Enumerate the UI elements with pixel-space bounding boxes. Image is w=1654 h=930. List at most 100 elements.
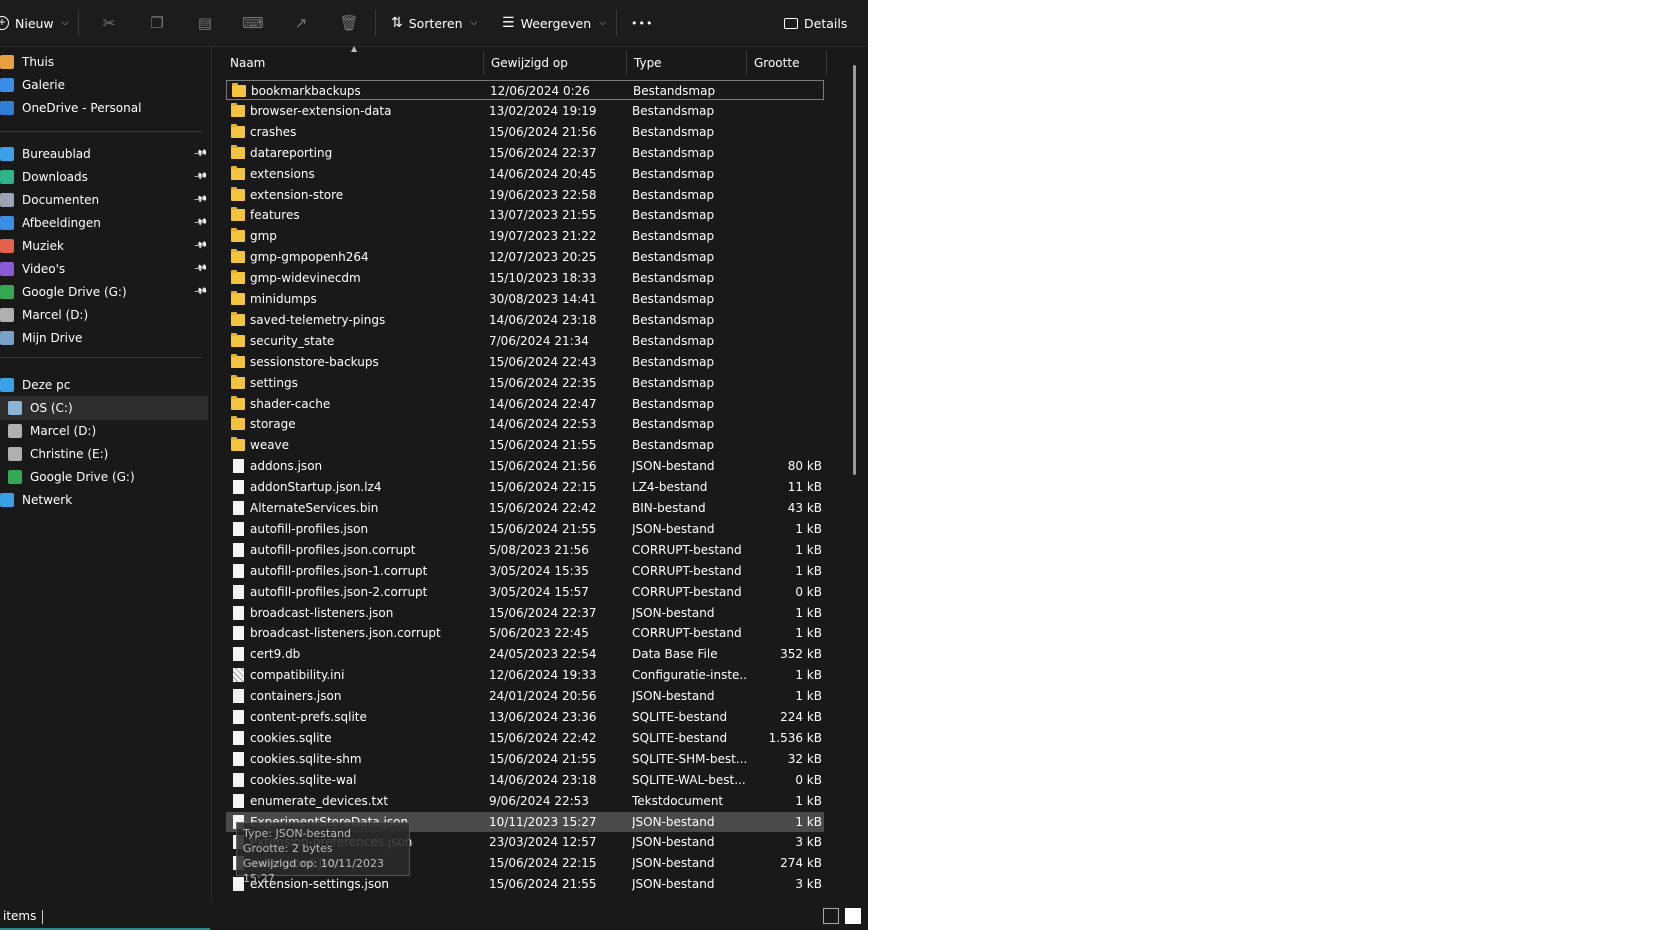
vertical-scrollbar[interactable] [853, 65, 856, 475]
sidebar-item[interactable]: OneDrive - Personal [0, 96, 208, 120]
file-name: weave [250, 438, 290, 453]
column-name[interactable]: Naam [223, 48, 488, 78]
rename-icon[interactable]: ⌨ [242, 13, 264, 33]
pin-icon[interactable]: 📌 [193, 170, 208, 185]
sidebar-item[interactable]: Christine (E:) [0, 442, 208, 466]
file-row[interactable]: saved-telemetry-pings 14/06/2024 23:18 Bes… [226, 310, 824, 330]
cut-icon[interactable]: ✂ [99, 13, 119, 33]
sidebar-item[interactable]: Bureaublad 📌 [0, 142, 208, 166]
paste-icon[interactable]: ▤ [195, 13, 215, 33]
file-row[interactable]: crashes 15/06/2024 21:56 Bestandsmap [226, 122, 824, 142]
file-modified: 5/06/2023 22:45 [489, 626, 589, 641]
file-name: bookmarkbackups [251, 84, 361, 98]
sort-button[interactable]: ⇅ Sorteren ⌵ [391, 0, 477, 46]
file-row[interactable]: cookies.sqlite-wal 14/06/2024 23:18 SQLITE… [226, 770, 824, 790]
column-type[interactable]: Type [627, 48, 747, 78]
view-button[interactable]: ☰ Weergeven ⌵ [502, 0, 606, 46]
file-row[interactable]: gmp 19/07/2023 21:22 Bestandsmap [226, 226, 824, 246]
sidebar-item[interactable]: Video's 📌 [0, 257, 208, 281]
file-row[interactable]: security_state 7/06/2024 21:34 Bestandsmap [226, 331, 824, 351]
file-row[interactable]: enumerate_devices.txt 9/06/2024 22:53 Teks… [226, 791, 824, 811]
sidebar-item[interactable]: Galerie [0, 73, 208, 97]
sidebar-item-label: Afbeeldingen [22, 216, 101, 230]
pin-icon[interactable]: 📌 [193, 262, 208, 277]
file-type: JSON-bestand [632, 814, 715, 829]
file-type: CORRUPT-bestand [632, 584, 742, 599]
sidebar-item[interactable]: Netwerk [0, 488, 208, 512]
share-icon[interactable]: ↗ [291, 13, 311, 33]
file-row[interactable]: minidumps 30/08/2023 14:41 Bestandsmap [226, 289, 824, 309]
details-view-icon[interactable] [823, 908, 839, 924]
sidebar-item[interactable]: OS (C:) [0, 396, 208, 420]
sidebar-item[interactable]: Muziek 📌 [0, 234, 208, 258]
file-row[interactable]: broadcast-listeners.json 15/06/2024 22:37… [226, 603, 824, 623]
details-button[interactable]: Details [784, 0, 847, 46]
file-row[interactable]: addons.json 15/06/2024 21:56 JSON-bestand 8… [226, 456, 824, 476]
file-row[interactable]: extensions 14/06/2024 20:45 Bestandsmap [226, 164, 824, 184]
copy-icon[interactable]: ❐ [147, 13, 167, 33]
pin-icon[interactable]: 📌 [193, 193, 208, 208]
file-row[interactable]: extension-store 19/06/2023 22:58 Bestandsm… [226, 185, 824, 205]
file-type: Bestandsmap [632, 229, 715, 244]
file-row[interactable]: weave 15/06/2024 21:55 Bestandsmap [226, 435, 824, 455]
pane-divider[interactable] [211, 47, 212, 902]
file-row[interactable]: cookies.sqlite-shm 15/06/2024 21:55 SQLITE… [226, 749, 824, 769]
sidebar-item[interactable]: Downloads 📌 [0, 165, 208, 189]
pin-icon[interactable]: 📌 [193, 239, 208, 254]
sidebar-item[interactable]: Thuis [0, 50, 208, 74]
file-row[interactable]: gmp-gmpopenh264 12/07/2023 20:25 Bestandsm… [226, 247, 824, 267]
sidebar-item-label: Marcel (D:) [22, 308, 89, 322]
sidebar-item[interactable]: Documenten 📌 [0, 188, 208, 212]
sidebar-item[interactable]: Afbeeldingen 📌 [0, 211, 208, 235]
file-type: JSON-bestand [632, 689, 715, 704]
more-options-button[interactable]: ••• [631, 0, 653, 46]
file-row[interactable]: datareporting 15/06/2024 22:37 Bestandsmap [226, 143, 824, 163]
file-type: Bestandsmap [632, 396, 715, 411]
file-type: JSON-bestand [632, 605, 715, 620]
new-button[interactable]: + Nieuw ⌵ [0, 0, 69, 46]
delete-icon[interactable]: 🗑 [339, 13, 359, 33]
file-name: minidumps [250, 292, 317, 306]
file-type: JSON-bestand [632, 877, 715, 892]
file-row[interactable]: features 13/07/2023 21:55 Bestandsmap [226, 205, 824, 225]
column-divider[interactable] [826, 51, 827, 75]
file-row[interactable]: broadcast-listeners.json.corrupt 5/06/202… [226, 623, 824, 643]
file-row[interactable]: autofill-profiles.json.corrupt 5/08/2023 … [226, 540, 824, 560]
file-row[interactable]: sessionstore-backups 15/06/2024 22:43 Best… [226, 352, 824, 372]
file-size: 3 kB [795, 877, 822, 892]
sidebar-item[interactable]: Google Drive (G:) [0, 465, 208, 489]
file-type: Bestandsmap [633, 84, 716, 98]
file-row[interactable]: compatibility.ini 12/06/2024 19:33 Configu… [226, 665, 824, 685]
sidebar-item[interactable]: Marcel (D:) [0, 419, 208, 443]
file-row[interactable]: gmp-widevinecdm 15/10/2023 18:33 Bestandsm… [226, 268, 824, 288]
tiles-view-icon[interactable] [845, 908, 861, 924]
sidebar-item[interactable]: Marcel (D:) [0, 303, 208, 327]
file-row[interactable]: bookmarkbackups 12/06/2024 0:26 Bestandsma… [226, 80, 824, 100]
pin-icon[interactable]: 📌 [193, 285, 208, 300]
file-row[interactable]: content-prefs.sqlite 13/06/2024 23:36 SQLI… [226, 707, 824, 727]
file-row[interactable]: storage 14/06/2024 22:53 Bestandsmap [226, 414, 824, 434]
file-row[interactable]: cookies.sqlite 15/06/2024 22:42 SQLITE-bes… [226, 728, 824, 748]
file-row[interactable]: cert9.db 24/05/2023 22:54 Data Base File 35… [226, 644, 824, 664]
network-icon [0, 493, 14, 507]
sidebar-item[interactable]: Deze pc [0, 373, 208, 397]
file-row[interactable]: containers.json 24/01/2024 20:56 JSON-best… [226, 686, 824, 706]
column-modified[interactable]: Gewijzigd op [484, 48, 626, 78]
file-row[interactable]: autofill-profiles.json-2.corrupt 3/05/202… [226, 582, 824, 602]
file-tooltip: Type: JSON-bestand Grootte: 2 bytes Gewi… [236, 822, 410, 885]
pin-icon[interactable]: 📌 [193, 216, 208, 231]
file-row[interactable]: settings 15/06/2024 22:35 Bestandsmap [226, 373, 824, 393]
file-row[interactable]: autofill-profiles.json-1.corrupt 3/05/202… [226, 561, 824, 581]
pin-icon[interactable]: 📌 [193, 147, 208, 162]
column-size[interactable]: Grootte [747, 48, 827, 78]
file-row[interactable]: browser-extension-data 13/02/2024 19:19 Be… [226, 101, 824, 121]
file-row[interactable]: autofill-profiles.json 15/06/2024 21:55 JS… [226, 519, 824, 539]
sidebar-item[interactable]: Google Drive (G:) 📌 [0, 280, 208, 304]
file-row[interactable]: addonStartup.json.lz4 15/06/2024 22:15 LZ4… [226, 477, 824, 497]
drive-icon [8, 447, 22, 461]
file-row[interactable]: AlternateServices.bin 15/06/2024 22:42 BIN… [226, 498, 824, 518]
file-name: autofill-profiles.json.corrupt [250, 542, 416, 557]
sidebar-item[interactable]: Mijn Drive [0, 326, 208, 350]
file-icon [233, 626, 244, 641]
file-row[interactable]: shader-cache 14/06/2024 22:47 Bestandsmap [226, 394, 824, 414]
